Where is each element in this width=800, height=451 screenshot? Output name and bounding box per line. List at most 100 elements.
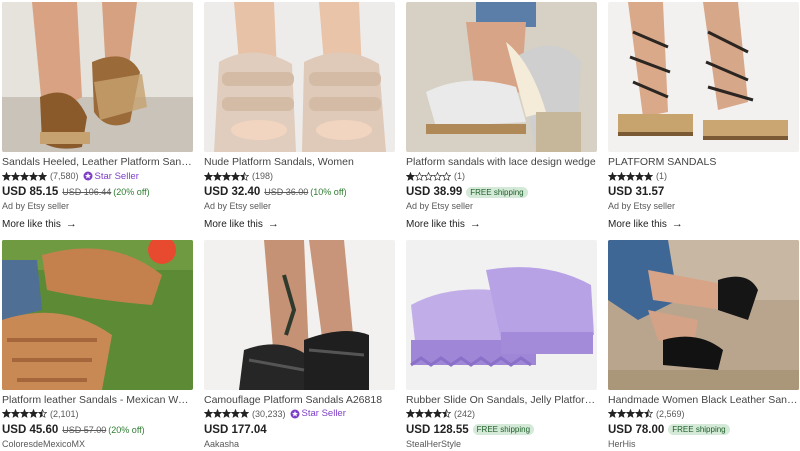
listing-image[interactable] [608,239,799,390]
listing-image[interactable] [2,2,193,152]
listing-image[interactable] [406,239,597,390]
arrow-right-icon: → [469,218,481,230]
price: USD 31.57 [608,186,665,198]
star-icon [608,409,617,418]
star-icon [433,409,442,418]
star-icon [406,409,415,418]
star-icon [213,409,222,418]
star-icon [442,409,451,418]
price-row: USD 85.15 USD 106.44 (20% off) [2,185,193,199]
star-icon [2,409,11,418]
seller-name: Ad by Etsy seller [204,201,272,211]
star-icon [20,409,29,418]
review-count: (198) [252,171,274,181]
listing-title[interactable]: Platform sandals with lace design wedge [406,156,597,169]
star-icon [617,409,626,418]
listing-image[interactable] [608,2,799,152]
price-row: USD 128.55 FREE shipping [406,423,597,437]
star-icon [424,409,433,418]
review-count: (1) [656,171,667,181]
listing-card[interactable]: Camouflage Platform Sandals A26818 (30,2… [204,239,395,451]
star-icon [231,171,240,181]
star-icon [38,409,47,418]
star-rating [2,409,47,418]
listing-card[interactable]: Handmade Women Black Leather Sandals,Oxf… [608,239,799,451]
listing-title[interactable]: Platform leather Sandals - Mexican Women… [2,394,193,407]
star-icon [204,409,213,418]
more-like-this-link[interactable]: More like this → [2,218,77,230]
star-icon [213,171,222,181]
original-price: USD 57.00 [62,424,107,435]
listing-card[interactable]: Nude Platform Sandals, Women (198) USD 3… [204,2,395,232]
star-rating [608,171,653,181]
listing-title[interactable]: Rubber Slide On Sandals, Jelly Platform … [406,394,597,407]
listing-image[interactable] [2,239,193,390]
price: USD 85.15 [2,186,59,198]
star-icon [415,409,424,418]
listing-card[interactable]: Sandals Heeled, Leather Platform Sandals… [2,2,193,232]
listing-card[interactable]: Platform leather Sandals - Mexican Women… [2,239,193,451]
listing-title[interactable]: Nude Platform Sandals, Women [204,156,395,169]
rating: (1) [608,170,799,182]
star-icon [11,171,20,181]
seller-name: Ad by Etsy seller [406,201,474,211]
star-icon [626,409,635,418]
listing-card[interactable]: Rubber Slide On Sandals, Jelly Platform … [406,239,597,451]
star-icon [626,171,635,181]
review-count: (7,580) [50,171,79,181]
star-icon [29,171,38,181]
price-row: USD 177.04 [204,423,395,437]
star-icon [644,409,653,418]
seller-name: Aakasha [204,438,240,449]
rating: (1) [406,170,597,182]
listing-title[interactable]: Sandals Heeled, Leather Platform Sandals… [2,156,193,169]
star-icon [608,171,617,181]
star-icon [635,171,644,181]
original-price: USD 36.00 [264,187,309,197]
price: USD 177.04 [204,423,267,436]
star-icon [222,409,231,418]
star-icon [644,171,653,181]
rating: (198) [204,170,395,182]
listing-title[interactable]: PLATFORM SANDALS [608,156,799,169]
star-icon [240,409,249,418]
review-count: (2,569) [656,408,685,419]
listing-image[interactable] [406,2,597,152]
more-like-this-link[interactable]: More like this → [204,218,279,230]
listing-image[interactable] [204,239,395,390]
seller-name: ColoresdeMexicoMX [2,438,86,449]
star-icon [204,171,213,181]
rating: (242) [406,408,597,420]
rating: (30,233) Star Seller [204,408,395,420]
star-icon [29,409,38,418]
seller-name: HerHis [608,438,636,449]
review-count: (30,233) [252,408,286,419]
more-like-this-link[interactable]: More like this → [608,218,683,230]
seller-name: StealHerStyle [406,438,462,449]
rating: (7,580) Star Seller [2,170,193,182]
star-seller-badge: Star Seller [83,171,139,182]
listing-card[interactable]: Platform sandals with lace design wedge … [406,2,597,232]
price-row: USD 31.57 [608,185,799,199]
star-icon [406,171,415,181]
listing-grid: Sandals Heeled, Leather Platform Sandals… [0,0,800,451]
more-like-this-link[interactable]: More like this → [406,218,481,230]
star-rating [406,409,451,418]
arrow-right-icon: → [671,218,683,230]
listing-title[interactable]: Camouflage Platform Sandals A26818 [204,394,395,407]
free-shipping-badge: FREE shipping [668,424,730,435]
price-row: USD 32.40 USD 36.00 (10% off) [204,185,395,199]
star-seller-badge: Star Seller [290,408,346,419]
star-rating [204,171,249,181]
listing-card[interactable]: PLATFORM SANDALS (1) USD 31.57 Ad by Ets… [608,2,799,232]
star-icon [2,171,11,181]
price-row: USD 38.99 FREE shipping [406,185,597,199]
listing-title[interactable]: Handmade Women Black Leather Sandals,Oxf… [608,394,799,407]
original-price: USD 106.44 [62,187,112,197]
star-rating [608,409,653,418]
star-seller-icon [83,171,93,181]
discount: (20% off) [108,424,145,435]
price-row: USD 78.00 FREE shipping [608,423,799,437]
listing-image[interactable] [204,2,395,152]
arrow-right-icon: → [267,218,279,230]
